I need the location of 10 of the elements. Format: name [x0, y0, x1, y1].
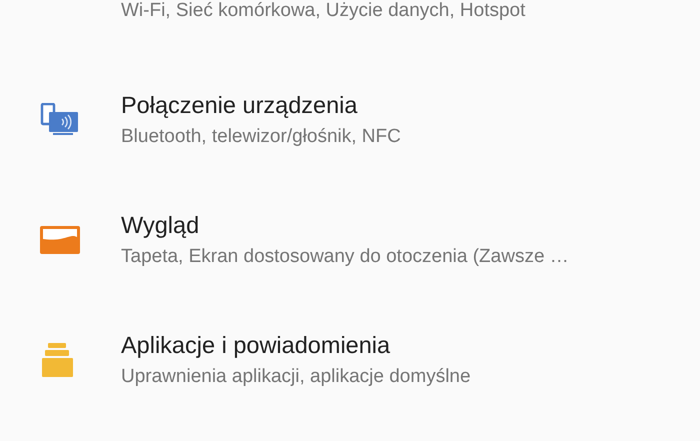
item-summary: Tapeta, Ekran dostosowany do otoczenia (Zawsze …	[121, 245, 569, 269]
item-summary: Uprawnienia aplikacji, aplikacje domyślne	[121, 365, 471, 389]
item-summary: Bluetooth, telewizor/głośnik, NFC	[121, 125, 401, 149]
item-title[interactable]: Wygląd	[121, 210, 569, 240]
item-title[interactable]: Połączenie urządzenia	[121, 90, 401, 120]
apps-icon	[40, 343, 74, 377]
item-summary: Wi-Fi, Sieć komórkowa, Użycie danych, Hotspot	[121, 0, 526, 23]
devices-icon	[40, 103, 80, 137]
item-title[interactable]: Aplikacje i powiadomienia	[121, 330, 471, 360]
wallpaper-icon	[40, 226, 80, 254]
